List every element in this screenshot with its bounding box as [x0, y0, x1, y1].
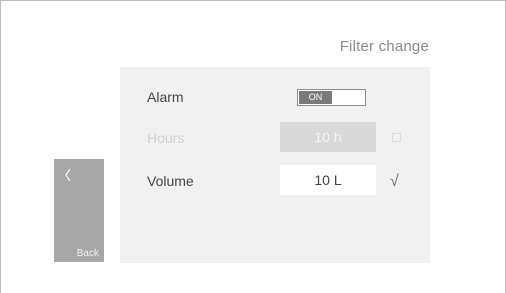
back-button[interactable]: Back: [54, 159, 104, 262]
volume-value-field[interactable]: 10 L: [280, 165, 376, 195]
alarm-toggle-on-label: ON: [299, 91, 332, 104]
page-title: Filter change: [339, 38, 429, 55]
hours-label: Hours: [147, 130, 185, 146]
alarm-toggle[interactable]: ON: [297, 89, 366, 106]
hours-checkbox[interactable]: [392, 133, 401, 142]
filter-change-screen: Filter change Back Alarm ON Hours 10 h V…: [0, 0, 506, 293]
chevron-left-icon: [65, 168, 71, 182]
hours-value-field: 10 h: [280, 122, 376, 152]
volume-checkmark[interactable]: √: [390, 173, 399, 191]
alarm-label: Alarm: [147, 89, 184, 105]
back-label: Back: [76, 248, 99, 259]
volume-label: Volume: [147, 173, 194, 189]
settings-panel: Alarm ON Hours 10 h Volume 10 L √: [120, 67, 430, 263]
